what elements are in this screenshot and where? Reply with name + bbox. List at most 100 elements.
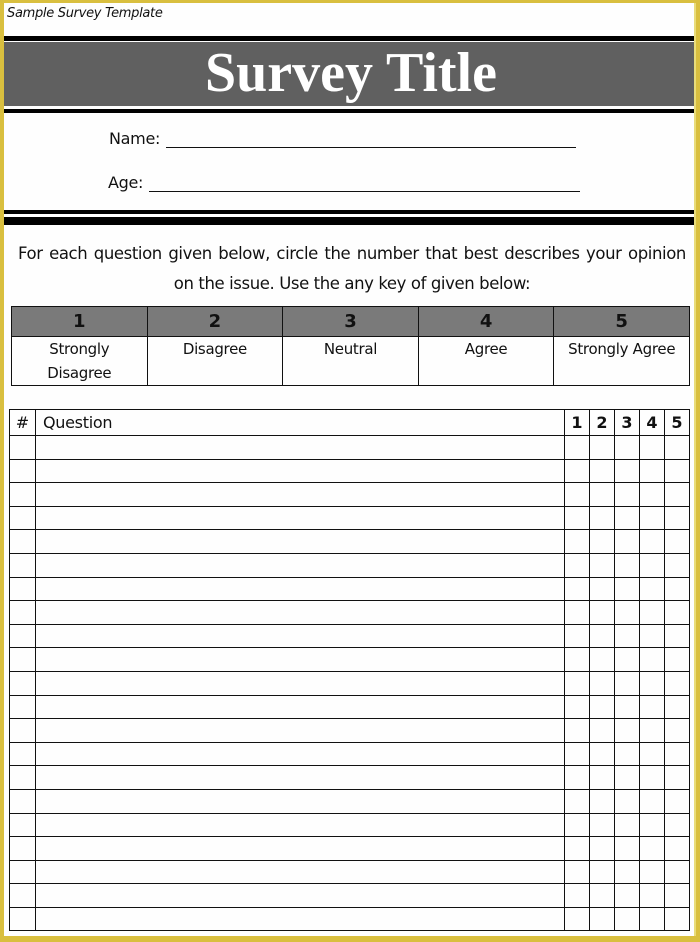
- rating-cell-2[interactable]: [589, 623, 615, 649]
- question-text-cell[interactable]: [35, 552, 565, 578]
- rating-cell-1[interactable]: [564, 576, 590, 602]
- rating-cell-3[interactable]: [614, 482, 640, 507]
- question-text-cell[interactable]: [35, 458, 565, 484]
- rating-cell-5[interactable]: [664, 812, 690, 838]
- rating-cell-4[interactable]: [639, 600, 665, 625]
- rating-cell-1[interactable]: [564, 812, 590, 838]
- rating-cell-5[interactable]: [664, 670, 690, 696]
- rating-cell-4[interactable]: [639, 883, 665, 908]
- question-text-cell[interactable]: [35, 906, 565, 932]
- rating-cell-1[interactable]: [564, 647, 590, 672]
- rating-cell-5[interactable]: [664, 458, 690, 484]
- rating-cell-4[interactable]: [639, 694, 665, 720]
- rating-cell-3[interactable]: [614, 788, 640, 814]
- rating-cell-1[interactable]: [564, 765, 590, 790]
- rating-cell-2[interactable]: [589, 647, 615, 672]
- question-text-cell[interactable]: [35, 859, 565, 885]
- rating-cell-5[interactable]: [664, 859, 690, 885]
- rating-cell-1[interactable]: [564, 741, 590, 767]
- rating-cell-5[interactable]: [664, 576, 690, 602]
- rating-cell-1[interactable]: [564, 529, 590, 554]
- rating-cell-4[interactable]: [639, 482, 665, 507]
- rating-cell-3[interactable]: [614, 859, 640, 885]
- name-input[interactable]: [166, 131, 577, 148]
- question-text-cell[interactable]: [35, 718, 565, 743]
- rating-cell-3[interactable]: [614, 458, 640, 484]
- rating-cell-3[interactable]: [614, 623, 640, 649]
- rating-cell-1[interactable]: [564, 458, 590, 484]
- age-input[interactable]: [149, 175, 581, 192]
- rating-cell-5[interactable]: [664, 529, 690, 554]
- rating-cell-3[interactable]: [614, 670, 640, 696]
- rating-cell-1[interactable]: [564, 883, 590, 908]
- question-text-cell[interactable]: [35, 623, 565, 649]
- rating-cell-3[interactable]: [614, 765, 640, 790]
- rating-cell-4[interactable]: [639, 836, 665, 861]
- rating-cell-2[interactable]: [589, 859, 615, 885]
- rating-cell-2[interactable]: [589, 600, 615, 625]
- rating-cell-5[interactable]: [664, 600, 690, 625]
- rating-cell-5[interactable]: [664, 694, 690, 720]
- rating-cell-4[interactable]: [639, 765, 665, 790]
- rating-cell-1[interactable]: [564, 836, 590, 861]
- rating-cell-3[interactable]: [614, 647, 640, 672]
- rating-cell-1[interactable]: [564, 482, 590, 507]
- question-text-cell[interactable]: [35, 836, 565, 861]
- rating-cell-4[interactable]: [639, 505, 665, 531]
- rating-cell-4[interactable]: [639, 552, 665, 578]
- rating-cell-2[interactable]: [589, 670, 615, 696]
- rating-cell-4[interactable]: [639, 859, 665, 885]
- rating-cell-2[interactable]: [589, 765, 615, 790]
- rating-cell-2[interactable]: [589, 482, 615, 507]
- rating-cell-3[interactable]: [614, 694, 640, 720]
- rating-cell-2[interactable]: [589, 576, 615, 602]
- rating-cell-4[interactable]: [639, 906, 665, 932]
- rating-cell-5[interactable]: [664, 906, 690, 932]
- rating-cell-1[interactable]: [564, 718, 590, 743]
- rating-cell-2[interactable]: [589, 458, 615, 484]
- rating-cell-2[interactable]: [589, 906, 615, 932]
- rating-cell-5[interactable]: [664, 482, 690, 507]
- rating-cell-4[interactable]: [639, 529, 665, 554]
- question-text-cell[interactable]: [35, 694, 565, 720]
- rating-cell-2[interactable]: [589, 718, 615, 743]
- rating-cell-1[interactable]: [564, 435, 590, 460]
- rating-cell-1[interactable]: [564, 906, 590, 932]
- rating-cell-3[interactable]: [614, 812, 640, 838]
- rating-cell-4[interactable]: [639, 435, 665, 460]
- rating-cell-2[interactable]: [589, 883, 615, 908]
- rating-cell-3[interactable]: [614, 883, 640, 908]
- question-text-cell[interactable]: [35, 670, 565, 696]
- rating-cell-5[interactable]: [664, 623, 690, 649]
- rating-cell-1[interactable]: [564, 670, 590, 696]
- rating-cell-4[interactable]: [639, 647, 665, 672]
- rating-cell-2[interactable]: [589, 788, 615, 814]
- rating-cell-4[interactable]: [639, 718, 665, 743]
- question-text-cell[interactable]: [35, 647, 565, 672]
- rating-cell-3[interactable]: [614, 741, 640, 767]
- rating-cell-2[interactable]: [589, 836, 615, 861]
- rating-cell-5[interactable]: [664, 788, 690, 814]
- rating-cell-5[interactable]: [664, 765, 690, 790]
- rating-cell-4[interactable]: [639, 576, 665, 602]
- rating-cell-2[interactable]: [589, 435, 615, 460]
- rating-cell-4[interactable]: [639, 741, 665, 767]
- rating-cell-1[interactable]: [564, 788, 590, 814]
- rating-cell-2[interactable]: [589, 812, 615, 838]
- question-text-cell[interactable]: [35, 812, 565, 838]
- rating-cell-3[interactable]: [614, 836, 640, 861]
- rating-cell-1[interactable]: [564, 505, 590, 531]
- rating-cell-1[interactable]: [564, 600, 590, 625]
- rating-cell-5[interactable]: [664, 718, 690, 743]
- rating-cell-1[interactable]: [564, 859, 590, 885]
- rating-cell-3[interactable]: [614, 576, 640, 602]
- rating-cell-4[interactable]: [639, 623, 665, 649]
- rating-cell-5[interactable]: [664, 741, 690, 767]
- question-text-cell[interactable]: [35, 435, 565, 460]
- rating-cell-5[interactable]: [664, 836, 690, 861]
- rating-cell-2[interactable]: [589, 552, 615, 578]
- question-text-cell[interactable]: [35, 765, 565, 790]
- rating-cell-3[interactable]: [614, 600, 640, 625]
- rating-cell-5[interactable]: [664, 883, 690, 908]
- rating-cell-4[interactable]: [639, 788, 665, 814]
